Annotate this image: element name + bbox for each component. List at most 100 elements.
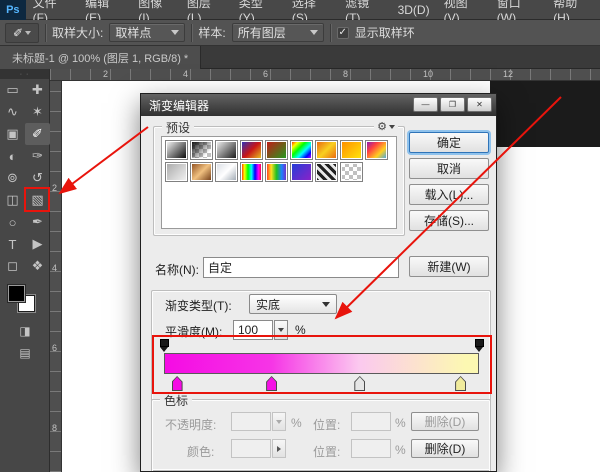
opacity-location-label: 位置: <box>313 416 340 433</box>
document-tab[interactable]: 未标题-1 @ 100% (图层 1, RGB/8) * <box>0 46 201 69</box>
clone-stamp-tool[interactable]: ⊚ <box>0 167 25 189</box>
color-location-percent-label: % <box>395 443 406 457</box>
tools-panel: · · ▭✚∿✶▣✐◐✑⊚↺◫▧○✒T▶◻❖ ◨ ▤ <box>0 69 50 472</box>
stops-label: 色标 <box>160 392 192 409</box>
menu-item[interactable]: 类型(Y) <box>232 0 285 19</box>
tools-panel-header[interactable]: · · <box>0 69 49 79</box>
sample-size-dropdown[interactable]: 取样点 <box>109 23 185 42</box>
name-input[interactable]: 自定 <box>203 257 399 278</box>
preset-rainbow[interactable] <box>240 162 263 182</box>
preset-blue-purple[interactable] <box>290 162 313 182</box>
menu-bar: Ps 文件(F)编辑(E)图像(I)图层(L)类型(Y)选择(S)滤镜(T)3D… <box>0 0 600 20</box>
chevron-down-icon <box>25 31 31 35</box>
sample-value: 所有图层 <box>238 24 286 41</box>
opacity-location-percent-label: % <box>395 416 406 430</box>
menu-items: 文件(F)编辑(E)图像(I)图层(L)类型(Y)选择(S)滤镜(T)3D(D)… <box>26 0 600 19</box>
rectangular-marquee-tool[interactable]: ▭ <box>0 79 25 101</box>
healing-brush-tool[interactable]: ◐ <box>0 145 25 167</box>
menu-item[interactable]: 图层(L) <box>180 0 232 19</box>
menu-item[interactable]: 选择(S) <box>285 0 338 19</box>
menu-item[interactable]: 窗口(W) <box>490 0 546 19</box>
maximize-button[interactable]: ❐ <box>440 97 465 112</box>
path-selection-tool[interactable]: ▶ <box>25 233 50 255</box>
ruler-number: 4 <box>183 69 188 79</box>
document-tab-bar: 未标题-1 @ 100% (图层 1, RGB/8) * <box>0 46 600 69</box>
presets-menu-button[interactable]: ⚙ <box>374 120 398 133</box>
foreground-color-swatch[interactable] <box>8 285 25 302</box>
menu-item[interactable]: 编辑(E) <box>78 0 131 19</box>
screen-mode-icon: ▤ <box>19 346 30 360</box>
preset-blue-red-yellow[interactable] <box>240 140 263 160</box>
vertical-ruler: 2468 <box>50 81 62 472</box>
ruler-number: 8 <box>343 69 348 79</box>
name-label: 名称(N): <box>155 261 199 278</box>
presets-label: 预设 <box>162 119 194 136</box>
eraser-tool[interactable]: ◫ <box>0 189 25 211</box>
move-tool[interactable]: ✚ <box>25 79 50 101</box>
lasso-tool[interactable]: ∿ <box>0 101 25 123</box>
opacity-slider-button[interactable] <box>272 412 286 431</box>
gradient-type-value: 实底 <box>256 296 280 313</box>
brush-tool[interactable]: ✑ <box>25 145 50 167</box>
blur-tool[interactable]: ○ <box>0 211 25 233</box>
preset-copper[interactable] <box>190 162 213 182</box>
gradient-type-dropdown[interactable]: 实底 <box>249 294 337 314</box>
window-controls: — ❐ ✕ <box>413 97 492 112</box>
load-button[interactable]: 载入(L)... <box>409 184 489 205</box>
stop-color-menu-button[interactable] <box>272 439 286 458</box>
hand-tool[interactable]: ❖ <box>25 255 50 277</box>
new-button[interactable]: 新建(W) <box>409 256 489 277</box>
preset-foreground-to-background[interactable] <box>165 140 188 160</box>
preset-orange-yellow[interactable] <box>340 140 363 160</box>
menu-item[interactable]: 视图(V) <box>437 0 490 19</box>
preset-spectrum[interactable] <box>290 140 313 160</box>
ruler-number: 6 <box>263 69 268 79</box>
opacity-input[interactable] <box>231 412 271 431</box>
cancel-button[interactable]: 取消 <box>409 158 489 179</box>
minimize-button[interactable]: — <box>413 97 438 112</box>
gradient-editor-dialog: 渐变编辑器 — ❐ ✕ 预设 ⚙ 确定 取消 载入(L)... 存储(S)...… <box>140 93 497 472</box>
show-sampling-ring-checkbox[interactable]: ✓ <box>337 27 349 39</box>
preset-black-white[interactable] <box>215 140 238 160</box>
crop-tool[interactable]: ▣ <box>0 123 25 145</box>
menu-item[interactable]: 3D(D) <box>391 0 437 19</box>
sample-dropdown[interactable]: 所有图层 <box>232 23 324 42</box>
preset-neutral-density[interactable] <box>315 162 338 182</box>
ruler-number: 4 <box>52 263 57 273</box>
save-button[interactable]: 存储(S)... <box>409 210 489 231</box>
delete-color-stop-button[interactable]: 删除(D) <box>411 439 479 458</box>
menu-item[interactable]: 帮助(H) <box>546 0 600 19</box>
stop-color-swatch[interactable] <box>231 439 271 458</box>
menu-item[interactable]: 滤镜(T) <box>338 0 391 19</box>
color-location-input[interactable] <box>351 439 391 458</box>
preset-foreground-to-transparent[interactable] <box>190 140 213 160</box>
close-button[interactable]: ✕ <box>467 97 492 112</box>
preset-silver[interactable] <box>215 162 238 182</box>
current-tool-well[interactable]: ✐ <box>5 23 39 43</box>
menu-item[interactable]: 图像(I) <box>131 0 180 19</box>
type-tool[interactable]: T <box>0 233 25 255</box>
delete-opacity-stop-button[interactable]: 删除(D) <box>411 412 479 431</box>
magic-wand-tool[interactable]: ✶ <box>25 101 50 123</box>
preset-bright-rainbow[interactable] <box>265 162 288 182</box>
eyedropper-tool[interactable]: ✐ <box>25 123 50 145</box>
stops-groupbox: 色标 <box>151 399 491 472</box>
opacity-location-input[interactable] <box>351 412 391 431</box>
preset-orange-yellow-orange[interactable] <box>315 140 338 160</box>
menu-item[interactable]: 文件(F) <box>26 0 79 19</box>
quick-mask-button[interactable]: ◨ <box>0 321 50 341</box>
presets-groupbox: 预设 ⚙ <box>153 126 405 236</box>
pen-tool[interactable]: ✒ <box>25 211 50 233</box>
separator <box>191 24 192 42</box>
preset-transparent[interactable] <box>340 162 363 182</box>
ok-button[interactable]: 确定 <box>409 132 489 153</box>
preset-violet-rainbow[interactable] <box>365 140 388 160</box>
screen-mode-button[interactable]: ▤ <box>0 343 50 363</box>
preset-gray-white[interactable] <box>165 162 188 182</box>
preset-red-green[interactable] <box>265 140 288 160</box>
quick-mask-icon: ◨ <box>19 324 30 338</box>
history-brush-tool[interactable]: ↺ <box>25 167 50 189</box>
separator <box>330 24 331 42</box>
annotation-box-gradient-tool <box>24 187 50 212</box>
shape-tool[interactable]: ◻ <box>0 255 25 277</box>
